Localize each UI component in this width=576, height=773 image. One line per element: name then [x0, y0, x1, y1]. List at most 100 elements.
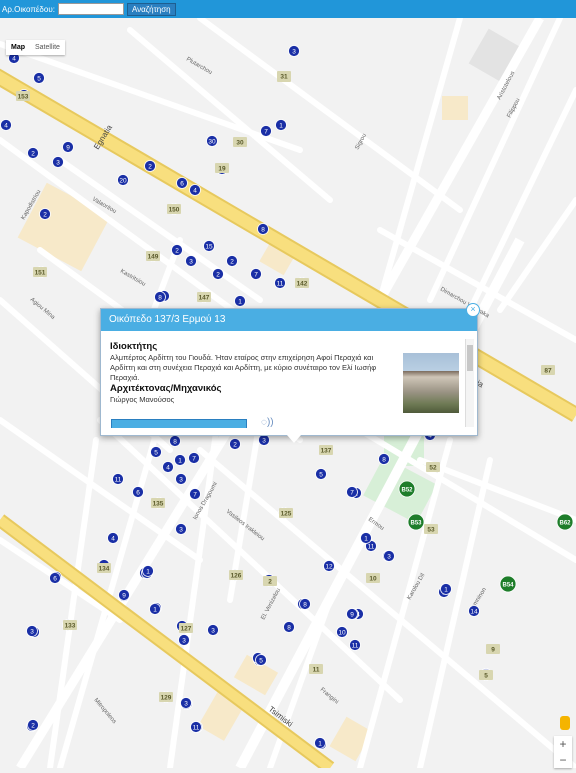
plot-marker-label: 7	[264, 128, 268, 135]
plot-marker-label: 8	[173, 438, 177, 445]
bus-stop-label: B54	[502, 582, 514, 588]
plot-marker-label: 6	[53, 575, 57, 582]
map-type-control: Map Satellite	[6, 40, 65, 55]
owner-text: Αλμπέρτος Αρδίττη του Γιουδά. Ήταν εταίρ…	[110, 353, 377, 382]
info-window: Οικόπεδο 137/3 Ερμού 13 × Ιδιοκτήτης Αλμ…	[100, 303, 480, 443]
plot-marker-label: 4	[111, 535, 115, 542]
plot-marker-label: 129	[161, 695, 172, 702]
audio-icon[interactable]: ◌))	[261, 417, 274, 428]
zoom-control: + −	[554, 736, 572, 768]
plot-marker-label: 4	[166, 464, 170, 471]
pegman-icon[interactable]	[560, 716, 570, 730]
plot-marker-label: 53	[427, 527, 435, 534]
plot-marker-label: 3	[262, 437, 266, 444]
plot-marker-label: 3	[184, 700, 188, 707]
close-icon[interactable]: ×	[466, 303, 480, 317]
plot-marker-label: 125	[281, 511, 292, 518]
architect-text: Γιώργος Μανούσος	[110, 395, 175, 404]
plot-marker-label: 5	[484, 673, 488, 680]
plot-marker-label: 3	[292, 48, 296, 55]
plot-marker-label: 7	[350, 489, 354, 496]
zoom-out-button[interactable]: −	[554, 752, 572, 768]
plot-marker-label: 5	[259, 657, 263, 664]
plot-marker-label: 20	[119, 177, 127, 184]
building-photo[interactable]	[403, 353, 459, 413]
plot-marker-label: 11	[313, 667, 320, 674]
plot-marker-label: 11	[277, 280, 284, 287]
plot-marker-label: 2	[216, 271, 220, 278]
plot-marker-label: 8	[261, 226, 265, 233]
plot-marker-label: 10	[369, 576, 377, 583]
plot-marker-label: 5	[37, 75, 41, 82]
plot-marker-label: 147	[199, 295, 210, 302]
plot-marker-label: 2	[175, 247, 179, 254]
bus-stop-label: B52	[401, 487, 413, 493]
plot-marker-label: 134	[99, 566, 110, 573]
info-window-body: Ιδιοκτήτης Αλμπέρτος Αρδίττη του Γιουδά.…	[110, 341, 395, 405]
bus-stop-label: B53	[410, 520, 422, 526]
plot-marker-label: 11	[352, 642, 359, 649]
plot-marker-label: 3	[387, 553, 391, 560]
plot-marker-label: 4	[12, 55, 16, 62]
plot-marker-label: 2	[230, 258, 234, 265]
plot-marker-label: 8	[158, 294, 162, 301]
plot-marker-label: 9	[350, 611, 354, 618]
plot-marker-label: 1	[444, 586, 448, 593]
info-window-title: Οικόπεδο 137/3 Ερμού 13	[101, 309, 477, 331]
architect-heading: Αρχιτέκτονας/Μηχανικός	[110, 383, 222, 394]
plot-marker-label: 1	[279, 122, 283, 129]
plot-marker-label: 1	[178, 457, 182, 464]
more-info-button[interactable]	[111, 419, 247, 428]
plot-marker-label: 2	[233, 441, 237, 448]
plot-marker-label: 52	[429, 465, 437, 472]
plot-marker-label: 11	[115, 476, 122, 483]
plot-marker-label: 137	[321, 448, 332, 455]
plot-marker-label: 2	[31, 150, 35, 157]
plot-marker-label: 2	[148, 163, 152, 170]
plot-marker-label: 30	[236, 140, 244, 147]
plot-marker-label: 133	[65, 623, 76, 630]
plot-marker-label: 9	[66, 144, 70, 151]
plot-marker-label: 8	[287, 624, 291, 631]
plot-marker-label: 1	[146, 568, 150, 575]
plot-marker-label: 149	[148, 254, 159, 261]
plot-marker-label: 2	[268, 579, 272, 586]
search-button[interactable]: Αναζήτηση	[126, 2, 176, 16]
info-window-scrollbar[interactable]	[465, 339, 474, 427]
zoom-in-button[interactable]: +	[554, 736, 572, 752]
plot-marker-label: 11	[193, 724, 200, 731]
plot-marker-label: 19	[218, 166, 226, 173]
plot-marker-label: 2	[31, 722, 35, 729]
plot-marker-label: 153	[18, 94, 29, 101]
plot-marker-label: 126	[231, 573, 242, 580]
plot-marker-label: 4	[193, 187, 197, 194]
plot-marker-label: 31	[280, 74, 288, 81]
map-type-satellite-button[interactable]: Satellite	[30, 40, 65, 55]
plot-marker-label: 87	[544, 368, 552, 375]
plot-marker-label: 1	[153, 606, 157, 613]
search-bar: Αρ.Οικοπέδου: Αναζήτηση	[0, 0, 576, 18]
plot-marker-label: 9	[491, 647, 495, 654]
plot-marker-label: 7	[192, 455, 196, 462]
plot-marker-label: 1	[364, 535, 368, 542]
plot-marker-label: 127	[181, 626, 192, 633]
map[interactable]: Egnatia Tsimiski El. Venizelou Ionos Dra…	[0, 15, 576, 773]
plot-marker-label: 142	[297, 281, 308, 288]
plot-number-label: Αρ.Οικοπέδου:	[2, 4, 55, 14]
plot-marker-label: 3	[179, 476, 183, 483]
plot-marker-label: 3	[211, 627, 215, 634]
map-type-map-button[interactable]: Map	[6, 40, 30, 55]
plot-marker-label: 12	[325, 563, 333, 570]
owner-heading: Ιδιοκτήτης	[110, 341, 158, 352]
plot-marker-label: 6	[180, 180, 184, 187]
plot-marker-label: 4	[4, 122, 8, 129]
plot-marker-label: 1	[318, 740, 322, 747]
plot-number-input[interactable]	[57, 3, 124, 15]
plot-marker-label: 6	[136, 489, 140, 496]
plot-marker-label: 8	[303, 601, 307, 608]
plot-marker-label: 15	[205, 243, 213, 250]
plot-marker-label: 2	[43, 211, 47, 218]
plot-marker-label: 135	[153, 501, 164, 508]
plot-marker-label: 8	[382, 456, 386, 463]
plot-marker-label: 3	[189, 258, 193, 265]
